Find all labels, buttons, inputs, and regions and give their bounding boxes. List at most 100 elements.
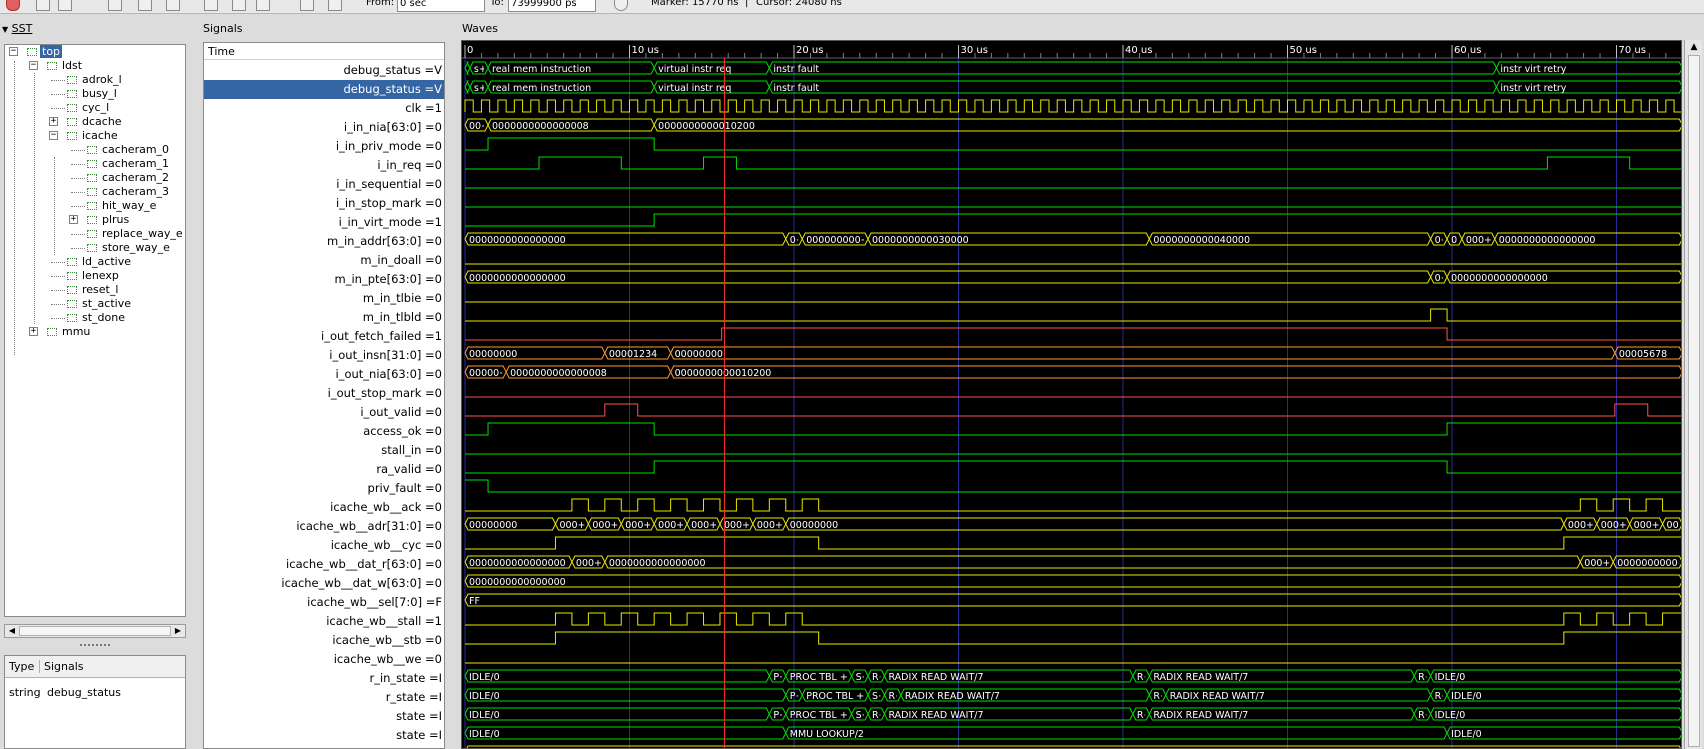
waveform-canvas[interactable]: 0 10 us 20 us 30 us 40 us 50 us 60 us 70 uss+ re… — [462, 41, 1682, 749]
signal-row[interactable]: icache_wb__ack =0 — [204, 498, 444, 517]
tree-item[interactable]: st_active — [51, 297, 133, 311]
type-row-type[interactable]: string — [9, 686, 41, 699]
tree-item[interactable]: store_way_e — [71, 241, 172, 255]
signal-row[interactable]: m_in_pte[63:0] =0 — [204, 270, 444, 289]
cut-icon[interactable] — [36, 0, 50, 11]
from-time-input[interactable]: 0 sec — [397, 0, 485, 12]
signal-row[interactable]: m_in_addr[63:0] =0 — [204, 232, 444, 251]
signal-row[interactable]: debug_status =V — [204, 61, 444, 80]
signal-row[interactable]: state =I — [204, 726, 444, 745]
signal-row[interactable]: icache_wb__dat_w[63:0] =0 — [204, 574, 444, 593]
vertical-scroll-thumb[interactable] — [1688, 55, 1700, 747]
tree-item[interactable]: hit_way_e — [71, 199, 158, 213]
scroll-right-arrow-icon[interactable]: ▶ — [172, 625, 184, 637]
tree-item[interactable]: reset_l — [51, 283, 120, 297]
signal-row[interactable]: icache_wb__we =0 — [204, 650, 444, 669]
scroll-up-arrow-icon[interactable]: ▲ — [1687, 40, 1701, 54]
signal-row[interactable]: i_out_fetch_failed =1 — [204, 327, 444, 346]
tree-item[interactable]: + dcache — [49, 115, 124, 129]
bus-value-label: 000+ — [592, 520, 618, 531]
signal-row[interactable]: i_out_insn[31:0] =0 — [204, 346, 444, 365]
tree-item[interactable]: − top — [9, 45, 63, 59]
signal-row[interactable]: access_ok =0 — [204, 422, 444, 441]
tree-item[interactable]: replace_way_e — [71, 227, 185, 241]
tree-item[interactable]: − ldst — [29, 59, 84, 73]
type-row-signal[interactable]: debug_status — [47, 686, 121, 699]
signal-row[interactable]: r_state =I — [204, 688, 444, 707]
tree-item[interactable]: ld_active — [51, 255, 133, 269]
column-type-header[interactable]: Type — [9, 660, 34, 673]
tree-item[interactable]: cacheram_2 — [71, 171, 171, 185]
signal-row[interactable]: i_in_sequential =0 — [204, 175, 444, 194]
scroll-left-arrow-icon[interactable]: ◀ — [6, 625, 18, 637]
signal-row[interactable]: debug_status =V — [204, 80, 444, 99]
signal-row[interactable]: m_in_tlbie =0 — [204, 289, 444, 308]
tree-horizontal-scrollbar[interactable]: ◀ ▶ — [4, 624, 186, 638]
signal-row[interactable]: i_out_nia[63:0] =0 — [204, 365, 444, 384]
signal-row[interactable]: icache_wb__sel[7:0] =F — [204, 593, 444, 612]
paste-icon[interactable] — [108, 0, 122, 11]
tree-item[interactable]: st_done — [51, 311, 127, 325]
signal-row[interactable]: i_in_stop_mark =0 — [204, 194, 444, 213]
waveform-view[interactable]: 0 10 us 20 us 30 us 40 us 50 us 60 us 70 us s+ re… — [461, 40, 1682, 749]
to-time-input[interactable]: 73999900 ps — [508, 0, 596, 12]
signal-row[interactable]: m_in_tlbld =0 — [204, 308, 444, 327]
tree-item[interactable]: cyc_l — [51, 101, 111, 115]
signal-row[interactable]: icache_wb__cyc =0 — [204, 536, 444, 555]
collapse-icon[interactable]: − — [29, 61, 38, 70]
zoom-in-icon[interactable] — [232, 0, 246, 11]
bus-value-label: 00001234 — [609, 349, 657, 360]
signal-row[interactable]: i_in_virt_mode =1 — [204, 213, 444, 232]
signal-row[interactable]: i_out_stop_mark =0 — [204, 384, 444, 403]
signal-row[interactable]: stall_in =0 — [204, 441, 444, 460]
signal-row[interactable]: icache_wb__stb =0 — [204, 631, 444, 650]
signals-list[interactable]: Time debug_status =V debug_status =V clk =… — [203, 42, 445, 749]
find-prev-edge-icon[interactable] — [300, 0, 314, 11]
signal-row[interactable]: icache_wb__adr[31:0] =0 — [204, 517, 444, 536]
zoom-out-icon[interactable] — [256, 0, 270, 11]
pane-resize-grip[interactable] — [80, 644, 110, 648]
tree-item[interactable]: + plrus — [69, 213, 131, 227]
cursor-readout: Cursor: 24080 ns — [756, 0, 842, 8]
hierarchy-tree[interactable]: − top − ldst adrok_l busy_l cyc_l + dcache − icach… — [4, 44, 186, 617]
signal-row[interactable]: priv_fault =0 — [204, 479, 444, 498]
tree-item[interactable]: + mmu — [29, 325, 92, 339]
copy-icon[interactable] — [58, 0, 72, 11]
reload-icon[interactable] — [614, 0, 628, 11]
signal-row[interactable]: i_in_nia[63:0] =0 — [204, 118, 444, 137]
tree-item[interactable]: lenexp — [51, 269, 121, 283]
signal-row[interactable]: clk =1 — [204, 99, 444, 118]
expand-icon[interactable]: + — [29, 327, 38, 336]
find-next-edge-icon[interactable] — [328, 0, 342, 11]
column-signals-header[interactable]: Signals — [39, 660, 84, 673]
collapse-icon[interactable]: − — [9, 47, 18, 56]
signal-row[interactable]: icache_wb__stall =1 — [204, 612, 444, 631]
tree-item[interactable]: adrok_l — [51, 73, 124, 87]
signal-row[interactable]: icache_wb__dat_r[63:0] =0 — [204, 555, 444, 574]
signal-row[interactable]: ldst_status_addr[63:0] =0 — [204, 745, 444, 748]
tree-item[interactable]: busy_l — [51, 87, 119, 101]
signal-row[interactable]: state =I — [204, 707, 444, 726]
signal-row[interactable]: i_out_valid =0 — [204, 403, 444, 422]
collapse-icon[interactable]: − — [49, 131, 58, 140]
scroll-thumb[interactable] — [19, 626, 171, 636]
select-all-icon[interactable] — [138, 0, 152, 11]
signal-row[interactable]: m_in_doall =0 — [204, 251, 444, 270]
expand-icon[interactable]: + — [49, 117, 58, 126]
signal-row[interactable]: i_in_priv_mode =0 — [204, 137, 444, 156]
waves-vertical-scrollbar[interactable]: ▲ — [1684, 40, 1702, 749]
bus-value-label: R+ — [872, 710, 887, 721]
tree-item[interactable]: cacheram_1 — [71, 157, 171, 171]
tree-item[interactable]: cacheram_0 — [71, 143, 171, 157]
signal-row[interactable]: ra_valid =0 — [204, 460, 444, 479]
zoom-fit-icon[interactable] — [204, 0, 218, 11]
quit-icon[interactable] — [6, 0, 20, 11]
sst-header[interactable]: ▼ SST — [0, 22, 190, 36]
signal-row[interactable]: r_in_state =I — [204, 669, 444, 688]
collapse-triangle-icon[interactable]: ▼ — [2, 25, 8, 34]
show-change-icon[interactable] — [166, 0, 180, 11]
signal-row[interactable]: i_in_req =0 — [204, 156, 444, 175]
tree-item[interactable]: cacheram_3 — [71, 185, 171, 199]
tree-item[interactable]: − icache — [49, 129, 120, 143]
expand-icon[interactable]: + — [69, 215, 78, 224]
